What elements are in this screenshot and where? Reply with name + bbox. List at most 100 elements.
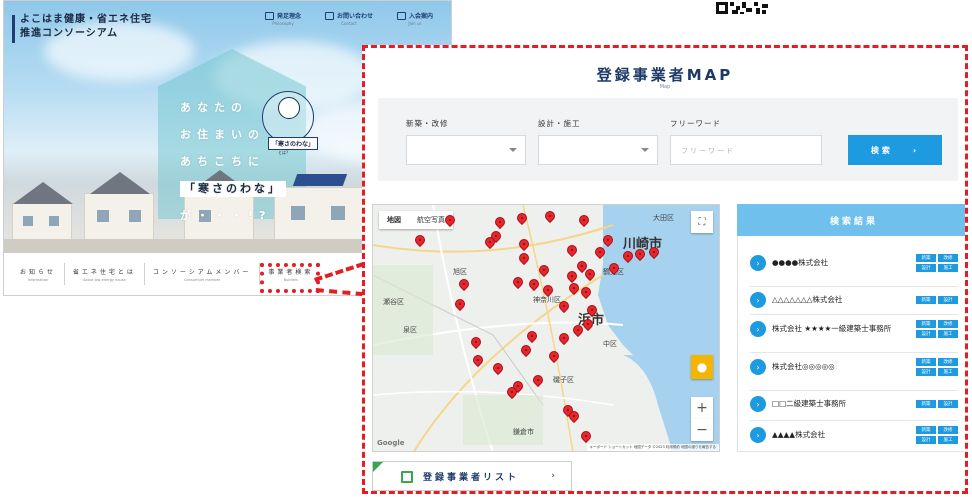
tag: 施工 <box>938 368 958 376</box>
nav-join-sub: Join us <box>408 21 422 26</box>
logo-line2: 推進コンソーシアム <box>20 28 119 39</box>
builders-map[interactable]: 地図 航空写真 ⛶ ● + − 大田区 川崎市 浜市 鶴見区 神奈川区 旭区 瀬… <box>372 204 720 452</box>
chevron-right-icon: › <box>750 427 766 443</box>
map-label-asahi: 旭区 <box>453 268 467 276</box>
tag: 改修 <box>938 254 958 262</box>
nav-members-sub: Consortium member <box>184 277 221 282</box>
result-item[interactable]: › △△△△△△△株式会社 新築 設計 <box>750 292 958 308</box>
tag: 改修 <box>938 426 958 434</box>
qr-code-icon <box>716 0 768 16</box>
search-results-panel: 検索結果 › ●●●●株式会社 新築 改修 設計 施工 › △△△△△△△株式会… <box>737 204 968 452</box>
chevron-right-icon: › <box>750 321 766 337</box>
logo-line1: よこはま健康・省エネ住宅 <box>20 14 152 25</box>
tag: 設計 <box>938 400 958 408</box>
result-name: 株式会社◎◎◎◎◎ <box>772 362 835 371</box>
result-name: □□二級建築士事務所 <box>772 399 847 408</box>
nav-information-label: お知らせ <box>20 268 56 276</box>
tag: 施工 <box>938 436 958 444</box>
chevron-down-icon <box>509 148 517 152</box>
map-footer: キーボード ショートカット 地図データ ©2023 利用規約 地図の誤りを報告す… <box>586 444 719 451</box>
result-item[interactable]: › 株式会社 ★★★★一級建築士事務所 新築 改修 設計 施工 <box>750 320 958 338</box>
tag: 新築 <box>916 254 936 262</box>
badge-sub: とは? <box>278 150 289 155</box>
freeword-label: フリーワード <box>670 119 721 128</box>
nav-join[interactable]: 入会案内 Join us <box>387 11 443 26</box>
tag: 施工 <box>938 330 958 338</box>
result-item[interactable]: › 株式会社◎◎◎◎◎ 新築 改修 設計 施工 <box>750 358 958 376</box>
nav-contact-sub: Contact <box>341 21 357 26</box>
chevron-right-icon: › <box>750 396 766 412</box>
nav-about-house[interactable]: 省エネ住宅とは About low-energy house <box>65 263 145 285</box>
map-label-seya: 瀬谷区 <box>383 298 404 306</box>
tag: 設計 <box>916 264 936 272</box>
tab-map[interactable]: 地図 <box>379 211 409 229</box>
results-header: 検索結果 <box>737 204 965 236</box>
results-list: › ●●●●株式会社 新築 改修 設計 施工 › △△△△△△△株式会社 新築 … <box>737 236 968 452</box>
chevron-right-icon: › <box>551 471 555 481</box>
search-button[interactable]: 検索 › <box>848 135 942 165</box>
result-item[interactable]: › □□二級建築士事務所 新築 設計 <box>750 396 958 412</box>
nav-join-label: 入会案内 <box>408 13 433 20</box>
map-type-tabs: 地図 航空写真 <box>379 211 453 229</box>
list-icon <box>401 471 413 483</box>
nav-information-sub: Information <box>27 277 49 282</box>
tag: 新築 <box>916 358 936 366</box>
freeword-input[interactable]: フリーワード <box>670 135 822 165</box>
nav-information[interactable]: お知らせ Information <box>12 263 65 285</box>
tag: 新築 <box>916 320 936 328</box>
zoom-out-button[interactable]: − <box>691 419 713 441</box>
nav-philosophy-label: 発足理念 <box>276 13 301 20</box>
fullscreen-icon[interactable]: ⛶ <box>691 211 713 233</box>
nav-contact-label: お問い合わせ <box>336 13 373 20</box>
nav-philosophy[interactable]: 発足理念 Philosophy <box>255 11 311 26</box>
chevron-down-icon <box>641 148 649 152</box>
type-filter-label: 新築・改修 <box>406 119 449 128</box>
top-nav: 発足理念 Philosophy お問い合わせ Contact 入会案内 Join… <box>255 11 443 26</box>
result-name: ●●●●株式会社 <box>772 258 829 267</box>
result-item[interactable]: › ●●●●株式会社 新築 改修 設計 施工 <box>750 254 958 272</box>
search-button-label: 検索 <box>870 145 893 155</box>
work-filter-label: 設計・施工 <box>538 119 581 128</box>
result-item[interactable]: › ▲▲▲▲株式会社 新築 改修 設計 施工 <box>750 426 958 444</box>
tag: 設計 <box>916 436 936 444</box>
chevron-right-icon: › <box>750 359 766 375</box>
nav-about-house-label: 省エネ住宅とは <box>72 268 136 276</box>
zoom-in-button[interactable]: + <box>691 397 713 419</box>
tag: 改修 <box>938 358 958 366</box>
house-icon <box>264 11 274 20</box>
results-scrollbar[interactable] <box>966 236 968 266</box>
map-label-kamakura: 鎌倉市 <box>513 428 534 436</box>
badge-label: 「寒さのわな」 <box>268 137 319 150</box>
mail-icon <box>324 11 334 20</box>
person-illustration-icon <box>278 97 300 119</box>
catch-highlight: 「寒さのわな」 <box>180 181 286 197</box>
map-title: 登録事業者MAP <box>596 66 734 84</box>
chevron-right-icon: › <box>912 145 920 155</box>
chevron-right-icon: › <box>750 292 766 308</box>
nav-members[interactable]: コンソーシアムメンバー Consortium member <box>145 263 261 285</box>
map-subtitle: Map <box>659 84 671 90</box>
work-select[interactable] <box>538 135 658 165</box>
catch-line-end: が・・・!? <box>180 209 272 222</box>
nav-contact[interactable]: お問い合わせ Contact <box>321 11 377 26</box>
site-logo[interactable]: よこはま健康・省エネ住宅 推進コンソーシアム <box>12 13 152 43</box>
tag: 新築 <box>916 400 936 408</box>
result-name: △△△△△△△株式会社 <box>772 295 843 304</box>
nav-members-label: コンソーシアムメンバー <box>152 268 252 276</box>
tag: 施工 <box>938 264 958 272</box>
google-logo: Google <box>377 439 405 447</box>
document-icon <box>396 11 406 20</box>
street-view-icon[interactable]: ● <box>691 355 713 379</box>
map-label-ota: 大田区 <box>653 214 674 222</box>
type-select[interactable] <box>406 135 526 165</box>
corner-accent <box>373 462 383 472</box>
chevron-right-icon: › <box>750 255 766 271</box>
result-name: ▲▲▲▲株式会社 <box>772 430 826 439</box>
map-background <box>373 205 719 451</box>
map-section-callout: 登録事業者MAP Map 新築・改修 設計・施工 フリーワード フリーワード 検… <box>362 45 968 494</box>
catch-line-3: あちこちに <box>180 155 265 168</box>
builders-list-button[interactable]: 登録事業者リスト › <box>372 461 572 491</box>
nav-philosophy-sub: Philosophy <box>272 21 294 26</box>
search-filter-bar: 新築・改修 設計・施工 フリーワード フリーワード 検索 › <box>378 98 958 181</box>
nav-about-house-sub: About low-energy house <box>83 277 126 282</box>
